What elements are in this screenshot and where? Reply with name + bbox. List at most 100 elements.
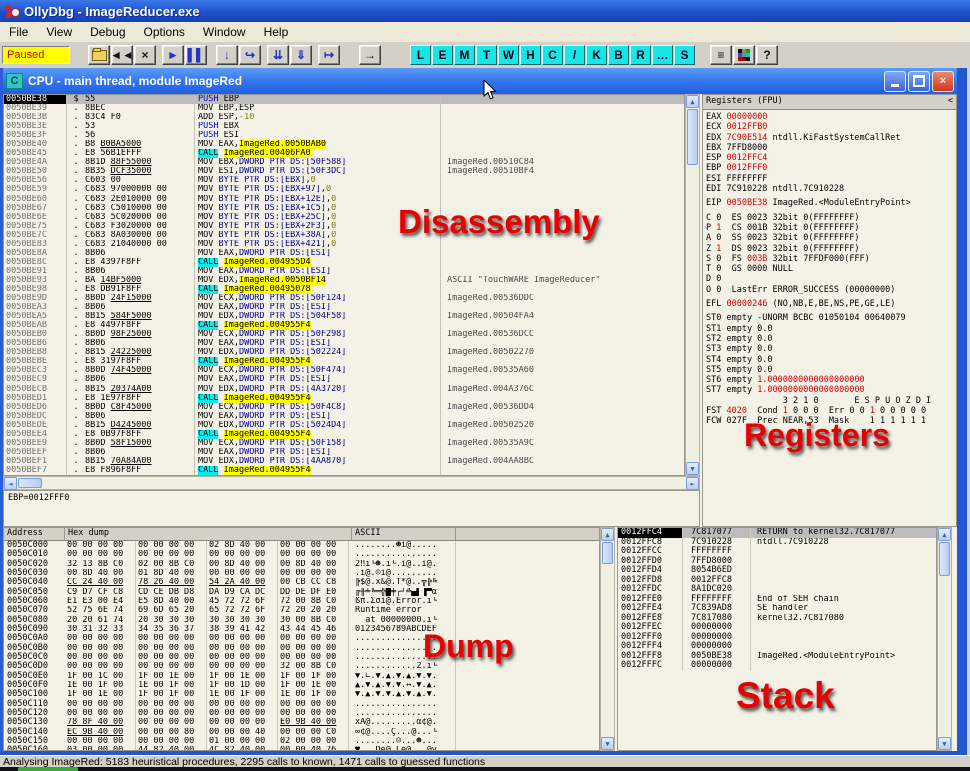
disasm-row[interactable]: 0050BE98.E8 DB91F8FFCALL ImageRed.004950…: [4, 285, 684, 294]
stack-row[interactable]: 0012FFEC00000000: [618, 623, 936, 633]
step-into-button[interactable]: ↓: [216, 45, 238, 65]
disasm-row[interactable]: 0050BEEF.8B06MOV EAX,DWORD PTR DS:[ESI]: [4, 448, 684, 457]
view-button-k[interactable]: K: [586, 45, 607, 65]
help-button[interactable]: ?: [756, 45, 778, 65]
disasm-row[interactable]: 0050BEA5.8B15 584F5000MOV EDX,DWORD PTR …: [4, 312, 684, 321]
cpu-restore-button[interactable]: [908, 71, 930, 92]
disasm-row[interactable]: 0050BED1.E8 1E97F8FFCALL ImageRed.004955…: [4, 394, 684, 403]
disasm-row[interactable]: 0050BEB8.8B15 24225000MOV EDX,DWORD PTR …: [4, 348, 684, 357]
registers-pane[interactable]: Registers (FPU) < EAX 00000000ECX 0012FF…: [702, 94, 957, 527]
open-file-button[interactable]: [88, 45, 110, 65]
dump-row[interactable]: 0050C0C000 00 00 0000 00 00 0000 00 00 0…: [4, 653, 599, 662]
register-line[interactable]: A 0 SS 0023 32bit 0(FFFFFFFF): [706, 233, 956, 243]
register-line[interactable]: EBP 0012FFF0: [706, 163, 956, 173]
register-line[interactable]: P 1 CS 001B 32bit 0(FFFFFFFF): [706, 223, 956, 233]
dump-pane[interactable]: Address Hex dump ASCII 0050C00000 00 00 …: [3, 527, 600, 751]
disasm-row[interactable]: 0050BE59.C683 97000000 00MOV BYTE PTR DS…: [4, 185, 684, 194]
disasm-row[interactable]: 0050BE39.8BECMOV EBP,ESP: [4, 104, 684, 113]
stack-row[interactable]: 0012FFF80050BE38ImageRed.<ModuleEntryPoi…: [618, 652, 936, 662]
dump-row[interactable]: 0050C060E1 E3 00 E4E5 8D 40 0045 72 72 6…: [4, 597, 599, 606]
register-line[interactable]: ESI FFFFFFFF: [706, 174, 956, 184]
dump-row[interactable]: 0050C09030 31 32 3334 35 36 3738 39 41 4…: [4, 625, 599, 634]
register-line[interactable]: O 0 LastErr ERROR_SUCCESS (00000000): [706, 285, 956, 295]
pause-button[interactable]: ▌▌: [185, 45, 207, 65]
register-line[interactable]: FCW 027F Prec NEAR,53 Mask 1 1 1 1 1 1: [706, 416, 956, 426]
register-line[interactable]: ST6 empty 1.0000000000000000000: [706, 375, 956, 385]
register-line[interactable]: ST2 empty 0.0: [706, 334, 956, 344]
stack-row[interactable]: 0012FFC47C817077RETURN to kernel32.7C817…: [618, 528, 936, 538]
disasm-row[interactable]: 0050BEBE.E8 3197F8FFCALL ImageRed.004955…: [4, 357, 684, 366]
dump-row[interactable]: 0050C02032 13 8B C002 00 8B C000 8D 40 0…: [4, 560, 599, 569]
stack-row[interactable]: 0012FFDC8A1DC020: [618, 585, 936, 595]
scroll-up-arrow-icon[interactable]: ▲: [686, 95, 699, 108]
dump-row[interactable]: 0050C0F01E 00 1F 001E 00 1F 001F 00 1D 0…: [4, 681, 599, 690]
animate-over-button[interactable]: ⇓: [290, 45, 312, 65]
disasm-row[interactable]: 0050BE3B.83C4 F0ADD ESP,-10: [4, 113, 684, 122]
disasm-row[interactable]: 0050BEE9.8B0D 58F15000MOV ECX,DWORD PTR …: [4, 439, 684, 448]
disasm-row[interactable]: 0050BE60.C683 2E010000 00MOV BYTE PTR DS…: [4, 195, 684, 204]
register-line[interactable]: FST 4020 Cond 1 0 0 0 Err 0 0 1 0 0 0 0 …: [706, 406, 956, 416]
register-line[interactable]: D 0: [706, 274, 956, 284]
register-line[interactable]: EIP 0050BE38 ImageRed.<ModuleEntryPoint>: [706, 198, 956, 208]
windows-list-button[interactable]: ≡: [710, 45, 732, 65]
disasm-row[interactable]: 0050BE50.8B35 DCF35000MOV ESI,DWORD PTR …: [4, 167, 684, 176]
disasm-row[interactable]: 0050BEA3.8B06MOV EAX,DWORD PTR DS:[ESI]: [4, 303, 684, 312]
disasm-row[interactable]: 0050BE91.8B06MOV EAX,DWORD PTR DS:[ESI]: [4, 267, 684, 276]
menu-item-debug[interactable]: Debug: [81, 23, 134, 41]
view-button-h[interactable]: H: [520, 45, 541, 65]
execute-till-return-button[interactable]: ↦: [318, 45, 340, 65]
disasm-row[interactable]: 0050BE93.BA 14BF5000MOV EDX,ImageRed.005…: [4, 276, 684, 285]
view-button-w[interactable]: W: [498, 45, 519, 65]
disasm-row[interactable]: 0050BEB0.8B0D 98F25000MOV ECX,DWORD PTR …: [4, 330, 684, 339]
disassembly-horizontal-scrollbar[interactable]: ◄ ►: [3, 476, 700, 490]
disasm-row[interactable]: 0050BECB.8B15 20374A00MOV EDX,DWORD PTR …: [4, 385, 684, 394]
scroll-up-arrow-icon[interactable]: ▲: [938, 528, 951, 541]
register-line[interactable]: ST1 empty 0.0: [706, 324, 956, 334]
cpu-window-title-bar[interactable]: C CPU - main thread, module ImageRed ×: [3, 68, 957, 94]
stack-row[interactable]: 0012FFF000000000: [618, 633, 936, 643]
dump-row[interactable]: 0050C12000 00 00 0000 00 00 0000 00 00 0…: [4, 709, 599, 718]
register-line[interactable]: T 0 GS 0000 NULL: [706, 264, 956, 274]
disasm-row[interactable]: 0050BEDC.8B06MOV EAX,DWORD PTR DS:[ESI]: [4, 412, 684, 421]
dump-row[interactable]: 0050C01000 00 00 0000 00 00 0000 00 00 0…: [4, 550, 599, 559]
disasm-row[interactable]: 0050BE45.E8 56B1EFFFCALL ImageRed.00406F…: [4, 149, 684, 158]
view-button-b[interactable]: B: [608, 45, 629, 65]
stack-row[interactable]: 0012FFD80012FFC8: [618, 576, 936, 586]
disasm-row[interactable]: 0050BEF1.8B15 70A84A00MOV EDX,DWORD PTR …: [4, 457, 684, 466]
disasm-row[interactable]: 0050BE83.C683 21040000 00MOV BYTE PTR DS…: [4, 240, 684, 249]
register-line[interactable]: EFL 00000246 (NO,NB,E,BE,NS,PE,GE,LE): [706, 299, 956, 309]
disasm-row[interactable]: 0050BEC9.8B06MOV EAX,DWORD PTR DS:[ESI]: [4, 375, 684, 384]
disasm-row[interactable]: 0050BE9D.8B0D 24F15000MOV ECX,DWORD PTR …: [4, 294, 684, 303]
info-pane[interactable]: EBP=0012FFF0: [3, 490, 700, 527]
disasm-row[interactable]: 0050BEF7.E8 F896F8FFCALL ImageRed.004955…: [4, 466, 684, 475]
disasm-row[interactable]: 0050BE40.B8 B0BA5000MOV EAX,ImageRed.005…: [4, 140, 684, 149]
dump-row[interactable]: 0050C0B000 00 00 0000 00 00 0000 00 00 0…: [4, 644, 599, 653]
dump-row[interactable]: 0050C03000 8D 40 0001 8D 40 0000 00 00 0…: [4, 569, 599, 578]
scroll-down-arrow-icon[interactable]: ▼: [686, 462, 699, 475]
register-line[interactable]: ST5 empty 0.0: [706, 365, 956, 375]
register-line[interactable]: ST4 empty 0.0: [706, 355, 956, 365]
scroll-thumb[interactable]: [602, 542, 613, 564]
cpu-minimize-button[interactable]: [884, 71, 906, 92]
disasm-row[interactable]: 0050BE8C.E8 4397F8FFCALL ImageRed.004955…: [4, 258, 684, 267]
dump-row[interactable]: 0050C11000 00 00 0000 00 00 0000 00 00 0…: [4, 700, 599, 709]
disasm-row[interactable]: 0050BEB6.8B06MOV EAX,DWORD PTR DS:[ESI]: [4, 339, 684, 348]
register-line[interactable]: S 0 FS 003B 32bit 7FFDF000(FFF): [706, 254, 956, 264]
register-line[interactable]: ESP 0012FFC4: [706, 153, 956, 163]
dump-row[interactable]: 0050C050C9 D7 CF C8CD CE DB D8DA D9 CA D…: [4, 588, 599, 597]
register-line[interactable]: EAX 00000000: [706, 112, 956, 122]
register-line[interactable]: ST7 empty 1.0000000000000000000: [706, 385, 956, 395]
register-line[interactable]: 3 2 1 0 E S P U O Z D I: [706, 396, 956, 406]
scroll-down-arrow-icon[interactable]: ▼: [938, 737, 951, 750]
register-line[interactable]: ECX 0012FFB0: [706, 122, 956, 132]
scroll-down-arrow-icon[interactable]: ▼: [601, 737, 614, 750]
stack-vertical-scrollbar[interactable]: ▲ ▼: [937, 527, 952, 751]
view-button-l[interactable]: L: [410, 45, 431, 65]
dump-vertical-scrollbar[interactable]: ▲ ▼: [600, 527, 615, 751]
disasm-row[interactable]: 0050BEE4.E8 0B97F8FFCALL ImageRed.004955…: [4, 430, 684, 439]
disasm-row[interactable]: 0050BE8A.8B06MOV EAX,DWORD PTR DS:[ESI]: [4, 249, 684, 258]
go-to-address-button[interactable]: →: [359, 45, 381, 65]
close-program-button[interactable]: ×: [134, 45, 156, 65]
dump-row[interactable]: 0050C140EC 9B 40 0000 00 00 8000 00 00 4…: [4, 728, 599, 737]
appearance-button[interactable]: [733, 45, 755, 65]
